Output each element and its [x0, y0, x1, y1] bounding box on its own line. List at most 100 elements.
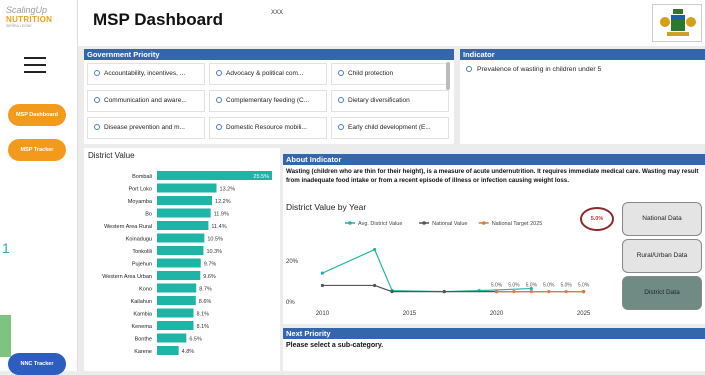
district-bar: [157, 283, 197, 293]
district-value-label: 8.1%: [197, 324, 210, 330]
data-label: 5.0%: [560, 283, 572, 289]
data-label: 5.0%: [491, 283, 503, 289]
priority-label: Communication and aware...: [104, 97, 187, 104]
priority-label: Domestic Resource mobili...: [226, 124, 307, 131]
priority-option[interactable]: Accountability, incentives, ...: [87, 63, 205, 85]
district-value-label: 8.1%: [197, 312, 210, 318]
priority-option[interactable]: Complementary feeding (C...: [209, 90, 327, 112]
priority-label: Advocacy & political com...: [226, 70, 304, 77]
page-subtitle: XXX: [271, 10, 284, 16]
district-value-label: 4.8%: [182, 349, 195, 355]
priority-scrollbar[interactable]: [446, 62, 450, 90]
district-value-label: 13.2%: [220, 187, 236, 193]
scalingup-logo: ScalingUp NUTRITION SIERRA LEONE: [6, 5, 70, 45]
priority-label: Early child development (E...: [348, 124, 431, 131]
series-point: [581, 290, 586, 294]
district-value-label: 9.7%: [204, 262, 217, 268]
radio-icon: [94, 124, 100, 130]
rural-urban-data-button[interactable]: Rural/Urban Data: [622, 239, 702, 273]
partial-link-icon: 1: [2, 240, 10, 256]
district-bar: [157, 346, 179, 355]
district-value-label: 11.9%: [214, 212, 229, 218]
series-point: [512, 290, 516, 294]
data-label: 5.0%: [578, 283, 590, 289]
radio-icon: [216, 70, 222, 76]
msp-dashboard-button[interactable]: MSP Dashboard: [8, 104, 66, 126]
district-value-label: 8.7%: [199, 287, 212, 293]
nnc-tracker-button[interactable]: NNC Tracker: [8, 353, 66, 375]
priority-option[interactable]: Disease prevention and m...: [87, 117, 205, 139]
district-value-title: District Value: [88, 151, 135, 160]
district-bar: [157, 183, 217, 193]
logo-line2: NUTRITION: [6, 15, 53, 24]
indicator-header: Indicator: [460, 49, 705, 60]
priority-option[interactable]: Domestic Resource mobili...: [209, 117, 327, 139]
about-indicator-text: Wasting (children who are thin for their…: [286, 168, 699, 184]
district-value-label: 8.6%: [199, 299, 212, 305]
district-name-label: Port Loko: [128, 187, 152, 193]
district-data-button[interactable]: District Data: [622, 276, 702, 310]
district-value-label: 10.5%: [207, 237, 223, 243]
series-point: [373, 247, 377, 252]
district-name-label: Koinadugu: [126, 237, 152, 243]
line-chart: Avg. District Value National Value Nationa…: [286, 221, 591, 317]
priority-label: Accountability, incentives, ...: [104, 70, 186, 77]
district-bar: [157, 233, 205, 243]
series-point: [547, 290, 551, 294]
msp-tracker-button[interactable]: MSP Tracker: [8, 139, 66, 161]
series-point: [494, 290, 499, 294]
x-tick-label: 2020: [490, 311, 504, 317]
target-badge: 5.0%: [580, 207, 614, 231]
national-data-button[interactable]: National Data: [622, 202, 702, 236]
priority-option[interactable]: Advocacy & political com...: [209, 63, 327, 85]
radio-icon: [94, 97, 100, 103]
district-name-label: Tonkolili: [132, 249, 152, 255]
radio-icon: [216, 97, 222, 103]
series-point: [529, 290, 533, 294]
district-bar: [157, 333, 187, 343]
district-name-label: Kailahun: [131, 299, 152, 305]
about-indicator-header: About Indicator: [283, 154, 705, 165]
next-priority-text: Please select a sub-category.: [286, 342, 384, 349]
indicator-label: Prevalence of wasting in children under …: [477, 66, 602, 73]
district-name-label: Kambia: [133, 312, 153, 318]
priority-option[interactable]: Early child development (E...: [331, 117, 449, 139]
district-bar-chart: Bombali 25.5% Port Loko 13.2% Moyamba 12.2% Bo…: [102, 171, 272, 355]
priority-label: Dietary diversification: [348, 97, 410, 104]
priority-label: Complementary feeding (C...: [226, 97, 310, 104]
radio-icon: [216, 124, 222, 130]
priority-option[interactable]: Communication and aware...: [87, 90, 205, 112]
priority-label: Disease prevention and m...: [104, 124, 185, 131]
district-value-label: 10.3%: [206, 249, 222, 255]
district-value-panel: District Value Bombali 25.5% Port Loko 13.2…: [84, 148, 280, 371]
page-title: MSP Dashboard: [93, 10, 224, 29]
indicator-option[interactable]: Prevalence of wasting in children under …: [460, 60, 705, 73]
next-priority-panel: Next Priority Please select a sub-catego…: [283, 328, 705, 371]
priority-option[interactable]: Child protection: [331, 63, 449, 85]
priority-option[interactable]: Dietary diversification: [331, 90, 449, 112]
legend-marker: [422, 221, 426, 225]
logo-line3: SIERRA LEONE: [6, 24, 32, 28]
district-bar: [157, 321, 194, 330]
hamburger-menu-icon[interactable]: [24, 57, 46, 75]
radio-icon: [338, 97, 344, 103]
district-bar: [157, 221, 209, 230]
district-bar: [157, 296, 196, 305]
top-bar: MSP Dashboard XXX: [78, 0, 705, 46]
sidebar: ScalingUp NUTRITION SIERRA LEONE MSP Das…: [0, 0, 78, 375]
district-name-label: Bonthe: [135, 337, 152, 343]
x-tick-label: 2025: [577, 311, 591, 317]
legend-marker: [348, 221, 352, 225]
series-point: [390, 290, 394, 294]
government-priority-panel: Government Priority Accountability, ince…: [84, 49, 454, 144]
series-point: [320, 283, 325, 288]
district-name-label: Karene: [134, 349, 152, 355]
district-value-label: 12.2%: [215, 199, 231, 205]
district-value-label: 11.4%: [211, 224, 226, 230]
radio-icon: [466, 66, 472, 72]
x-tick-label: 2010: [316, 311, 330, 317]
district-bar: [157, 258, 201, 268]
series-point: [320, 271, 325, 275]
data-label: 5.0%: [543, 283, 555, 289]
data-label: 5.0%: [526, 283, 538, 289]
